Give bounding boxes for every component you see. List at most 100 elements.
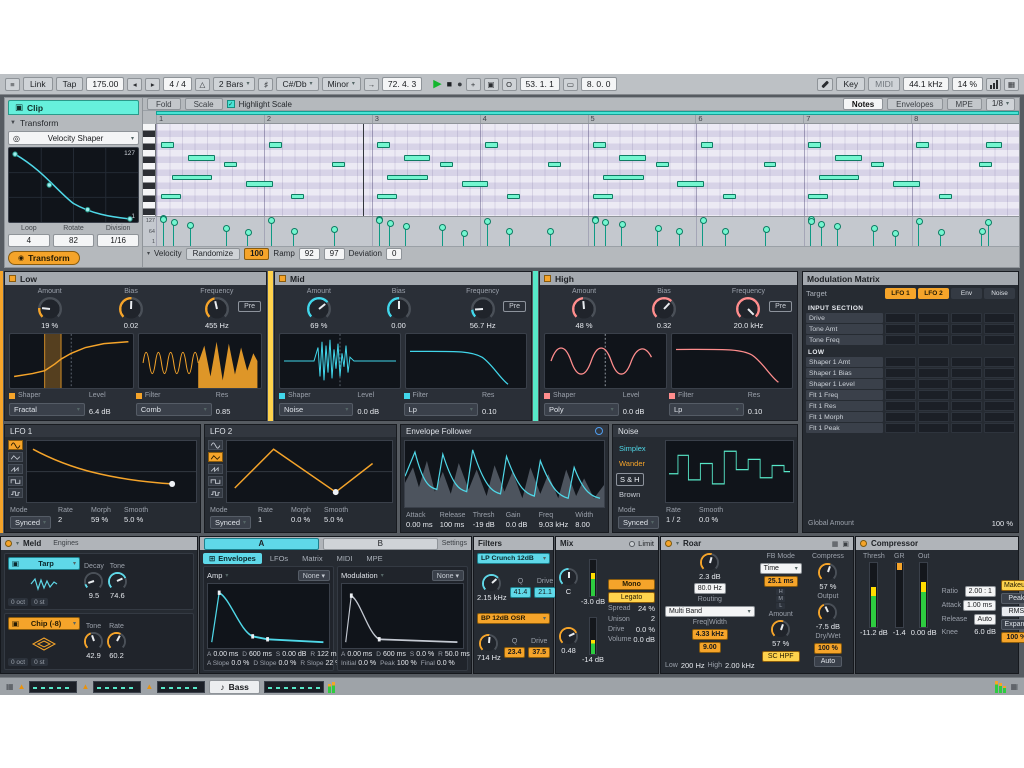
loop-field[interactable]: 4 — [8, 234, 50, 247]
overview-icon[interactable]: ▦ — [1010, 682, 1018, 691]
matrix-cell[interactable] — [918, 324, 949, 334]
pan-a-knob[interactable] — [559, 568, 578, 587]
roar-tone-freq-field[interactable]: 80.0 Hz — [694, 583, 726, 594]
roar-freq-field[interactable]: 4.33 kHz — [692, 629, 728, 640]
midi-note[interactable] — [723, 194, 736, 200]
output-knob[interactable] — [818, 603, 837, 622]
nudge-down-icon[interactable]: ◂ — [127, 78, 142, 91]
piano-keys[interactable] — [143, 124, 156, 216]
grid-setting-menu[interactable]: 1/8▾ — [986, 98, 1015, 111]
band-enable-checkbox[interactable] — [9, 275, 16, 282]
velocity-marker[interactable] — [821, 225, 822, 246]
note-grid[interactable] — [156, 124, 1019, 216]
amp-release[interactable]: R122 ms — [310, 651, 340, 658]
mod-sustain[interactable]: S0.0 % — [410, 651, 434, 658]
square-wave-button[interactable] — [8, 476, 23, 486]
osc-b-param2-knob[interactable] — [107, 632, 126, 651]
midi-note[interactable] — [377, 142, 390, 148]
loop-length-field[interactable]: 8. 0. 0 — [581, 77, 617, 91]
midi-note[interactable] — [377, 194, 397, 200]
crossover-handle-low-mid[interactable] — [268, 271, 273, 421]
attack-value[interactable]: 1.00 ms — [963, 600, 996, 611]
stop-button[interactable]: ■ — [447, 79, 452, 89]
matrix-cell[interactable] — [984, 313, 1015, 323]
knee-value[interactable]: 6.0 dB — [974, 628, 996, 636]
matrix-row[interactable]: Flt 1 Morph — [806, 412, 1015, 422]
midi-note[interactable] — [986, 142, 1002, 148]
filter-1-type-dropdown[interactable]: LP Crunch 12dB▾ — [477, 553, 550, 564]
velocity-marker[interactable] — [873, 229, 874, 246]
matrix-row[interactable]: Shaper 1 Amt — [806, 357, 1015, 367]
midi-note[interactable] — [593, 194, 613, 200]
amp-d-slope[interactable]: D Slope0.0 % — [253, 660, 296, 667]
collapse-triangle-icon[interactable]: ▼ — [10, 120, 16, 126]
midi-note[interactable] — [172, 175, 213, 181]
velocity-marker[interactable] — [247, 233, 248, 246]
ramp-to-field[interactable]: 97 — [324, 248, 345, 260]
amp-r-slope[interactable]: R Slope22 % — [300, 660, 341, 667]
triangle-wave-button[interactable] — [8, 452, 23, 462]
spread-value[interactable]: 24 % — [638, 605, 655, 613]
velocity-marker[interactable] — [810, 222, 811, 246]
sine-wave-button[interactable] — [8, 440, 23, 450]
clip-overview-2[interactable] — [93, 681, 141, 693]
matrix-row[interactable]: Flt 1 Peak — [806, 423, 1015, 433]
track-selector[interactable]: ♪Bass — [209, 680, 260, 694]
matrix-row[interactable]: Flt 1 Res — [806, 401, 1015, 411]
velocity-marker[interactable] — [657, 229, 658, 246]
velocity-marker[interactable] — [509, 232, 510, 246]
matrix-cell[interactable] — [885, 324, 916, 334]
matrix-row[interactable]: Drive — [806, 313, 1015, 323]
pre-button[interactable]: Pre — [769, 301, 792, 312]
filter-type-dropdown[interactable]: Lp▾ — [669, 403, 744, 416]
ramp-from-field[interactable]: 92 — [299, 248, 320, 260]
velocity-marker[interactable] — [725, 232, 726, 247]
matrix-cell[interactable] — [885, 423, 916, 433]
matrix-cell[interactable] — [885, 335, 916, 345]
matrix-cell[interactable] — [885, 412, 916, 422]
loop-start-field[interactable]: 53. 1. 1 — [520, 77, 560, 91]
velocity-marker[interactable] — [837, 227, 838, 246]
mod-release[interactable]: R50.0 ms — [438, 651, 470, 658]
menu-icon[interactable]: ≡ — [5, 78, 20, 91]
velocity-marker[interactable] — [463, 234, 464, 246]
velocity-markers[interactable] — [156, 217, 1019, 246]
amount-knob[interactable] — [307, 297, 331, 321]
matrix-row[interactable]: Tone Freq — [806, 335, 1015, 345]
mod-route-dropdown[interactable]: None ▾ — [432, 570, 464, 581]
osc-b-type-dropdown[interactable]: ▣Chip (-8)▾ — [8, 617, 80, 630]
mono-button[interactable]: Mono — [608, 579, 655, 590]
compress-knob[interactable] — [818, 563, 837, 582]
rotate-field[interactable]: 82 — [53, 234, 95, 247]
record-button[interactable]: ● — [457, 79, 462, 89]
matrix-cell[interactable] — [984, 357, 1015, 367]
transform-section-header[interactable]: ▼Transform — [8, 117, 139, 129]
matrix-cell[interactable] — [885, 390, 916, 400]
midi-note[interactable] — [269, 142, 282, 148]
play-button[interactable]: ▶ — [433, 79, 441, 90]
fb-mid-toggle[interactable]: M — [776, 596, 785, 602]
meld-header[interactable]: ▾ Meld Engines — [1, 537, 197, 550]
matrix-cell[interactable] — [951, 324, 982, 334]
osc-a-param2-knob[interactable] — [108, 572, 127, 591]
device-edge-handle[interactable] — [0, 271, 3, 533]
osc-b-param1-knob[interactable] — [84, 632, 103, 651]
amp-envelope-display[interactable] — [207, 583, 330, 649]
amount-knob[interactable] — [572, 297, 596, 321]
velocity-marker[interactable] — [379, 221, 380, 246]
thresh-value[interactable]: -11.2 dB — [860, 629, 888, 637]
filter-type-dropdown[interactable]: Comb▾ — [136, 403, 212, 416]
keyboard-overview[interactable] — [264, 681, 324, 693]
expand-icon[interactable]: ▣ — [842, 540, 849, 548]
velocity-marker[interactable] — [988, 223, 989, 246]
noise-type-wander[interactable]: Wander — [616, 458, 648, 469]
matrix-cell[interactable] — [918, 390, 949, 400]
midi-note[interactable] — [819, 175, 860, 181]
mod-decay[interactable]: D600 ms — [376, 651, 406, 658]
tab-midi[interactable]: MIDI — [331, 553, 359, 564]
matrix-cell[interactable] — [951, 335, 982, 345]
thresh-value[interactable]: -19 dB — [473, 521, 499, 529]
amp-route-dropdown[interactable]: None ▾ — [298, 570, 330, 581]
envelope-follower-header[interactable]: Envelope Follower — [401, 425, 608, 437]
band-enable-checkbox[interactable] — [279, 275, 286, 282]
